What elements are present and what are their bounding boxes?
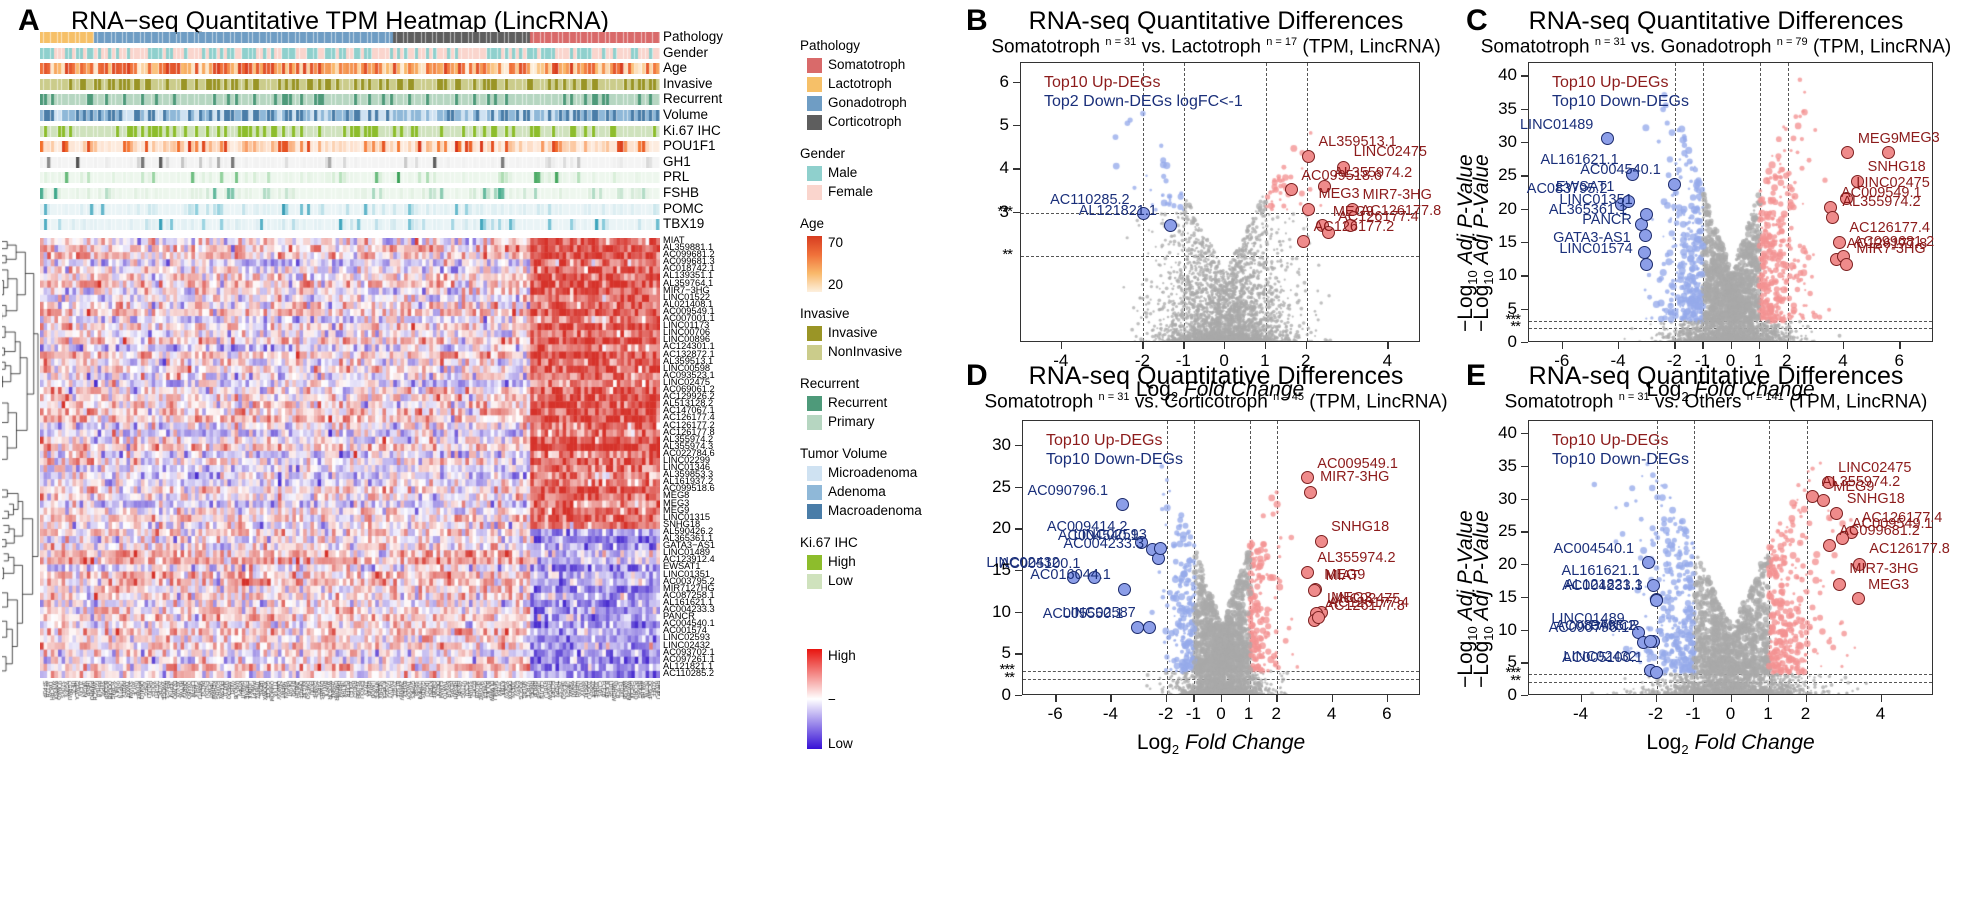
y-tick: [1521, 695, 1528, 697]
y-tick: [1521, 498, 1528, 500]
deg-point-down: [1641, 556, 1655, 570]
x-tick-label: 1: [1763, 704, 1773, 723]
x-tick: [1580, 695, 1582, 702]
panel-e-title: RNA-seq Quantitative Differences: [1528, 362, 1904, 390]
x-tick-label: -1: [1685, 704, 1701, 723]
deg-point-up: [1816, 494, 1830, 508]
x-tick-label: 4: [1875, 704, 1886, 723]
deg-point-down: [1643, 634, 1657, 648]
significance-marker: **: [1510, 671, 1521, 689]
subtitle-n1: n = 31: [1618, 391, 1650, 403]
x-tick: [1805, 695, 1807, 702]
y-axis-title: −Log10 Adj P-Value: [1470, 509, 1497, 688]
deg-legend-down: Top10 Down-DEGs: [1552, 451, 1689, 468]
deg-label-up: SNHG18: [1846, 490, 1905, 507]
y-tick: [1521, 465, 1528, 468]
deg-point-up: [1851, 592, 1865, 606]
y-tick: [1521, 596, 1528, 599]
deg-point-up: [1832, 577, 1846, 591]
subtitle-group1: Somatotroph: [1504, 391, 1614, 413]
panel-e-volcano: E RNA-seq Quantitative Differences Somatot…: [0, 0, 1965, 912]
x-tick-label: -2: [1647, 704, 1664, 723]
x-tick-label: 0: [1725, 704, 1736, 723]
subtitle-group2: Others: [1684, 391, 1742, 413]
subtitle-vs: vs.: [1654, 391, 1680, 413]
y-tick-label: 30: [1498, 488, 1517, 508]
deg-label-down: AC004540.1: [1553, 540, 1635, 557]
panel-e-subtitle: Somatotroph n = 31 vs. Others n = 141 (T…: [1476, 391, 1956, 413]
deg-label-down: AC083795.2: [1555, 618, 1636, 635]
y-tick: [1521, 531, 1528, 533]
x-tick: [1768, 695, 1770, 702]
y-tick-label: 15: [1498, 586, 1517, 606]
y-tick-label: 25: [1498, 521, 1517, 541]
x-tick: [1655, 695, 1657, 702]
deg-label-down: AC005100.1: [1562, 649, 1643, 666]
y-tick: [1521, 629, 1528, 631]
x-tick: [1730, 695, 1732, 702]
x-tick: [1880, 695, 1882, 702]
y-tick-label: 35: [1498, 455, 1517, 475]
deg-label-up: AC126177.8: [1869, 541, 1950, 558]
deg-label-down: AL161621.1: [1561, 562, 1640, 579]
deg-label-down: AC004233.3: [1562, 577, 1643, 594]
panel-letter-e: E: [1466, 359, 1487, 392]
subtitle-suffix: (TPM, LincRNA): [1789, 391, 1928, 413]
x-tick: [1693, 695, 1695, 702]
deg-legend-up: Top10 Up-DEGs: [1552, 432, 1669, 449]
x-tick-label: 2: [1800, 704, 1811, 723]
deg-label-up: AC099681.2: [1839, 523, 1920, 540]
y-tick-label: 20: [1498, 554, 1517, 574]
deg-label-up: MEG3: [1868, 576, 1910, 593]
x-axis-title: Log2 Fold Change: [1646, 731, 1815, 758]
deg-label-up: MIR7-3HG: [1849, 561, 1919, 578]
y-tick: [1521, 433, 1528, 435]
figure-root: A RNA−seq Quantitative TPM Heatmap (Linc…: [0, 0, 1965, 912]
y-tick-label: 40: [1498, 423, 1517, 443]
x-tick-label: -4: [1572, 704, 1589, 723]
deg-point-up: [1822, 538, 1836, 552]
y-tick: [1521, 662, 1528, 664]
y-tick-label: 10: [1498, 619, 1517, 639]
y-tick: [1521, 564, 1528, 566]
subtitle-n2: n = 141: [1746, 391, 1784, 403]
